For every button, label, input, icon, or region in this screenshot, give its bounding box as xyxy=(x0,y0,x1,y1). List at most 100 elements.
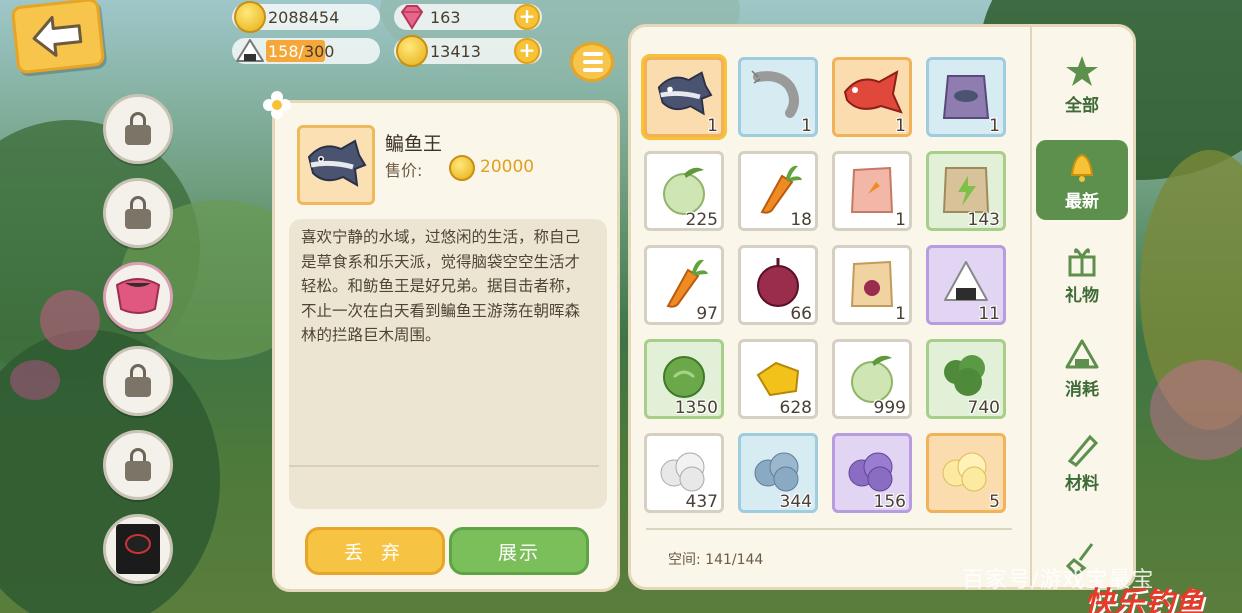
back-button[interactable] xyxy=(10,0,106,75)
tab-label: 消耗 xyxy=(1065,379,1099,400)
item-quantity: 344 xyxy=(779,492,812,512)
price-label: 售价: xyxy=(385,161,423,180)
tab-label: 最新 xyxy=(1065,191,1099,212)
equipped-slot-bag[interactable] xyxy=(103,514,173,584)
item-quantity: 628 xyxy=(779,398,812,418)
equipped-slot-outfit[interactable] xyxy=(103,262,173,332)
lock-icon xyxy=(121,196,155,230)
inventory-slot[interactable]: 999 xyxy=(832,339,912,419)
locked-slot-hat[interactable] xyxy=(103,94,173,164)
lock-icon xyxy=(121,112,155,146)
item-quantity: 1 xyxy=(989,116,1000,136)
item-quantity: 1 xyxy=(895,116,906,136)
item-quantity: 143 xyxy=(967,210,1000,230)
stamina-max: 300 xyxy=(303,41,335,61)
item-name: 鳊鱼王 xyxy=(385,133,443,155)
space-value: 141/144 xyxy=(705,552,764,568)
item-quantity: 156 xyxy=(873,492,906,512)
brand-watermark: 快乐钓鱼 xyxy=(1084,586,1204,613)
inventory-slot[interactable]: 97 xyxy=(644,245,724,325)
wood-log-icon xyxy=(1064,431,1100,467)
gold-ingot-value: 13413 xyxy=(430,41,481,61)
space-label: 空间: xyxy=(668,552,701,568)
back-arrow-icon xyxy=(32,16,83,57)
show-button[interactable]: 展示 xyxy=(449,527,589,575)
tab-label: 材料 xyxy=(1065,473,1099,494)
discard-button[interactable]: 丢 弃 xyxy=(305,527,445,575)
flower-decoration-icon xyxy=(263,91,291,119)
inventory-slot[interactable]: 156 xyxy=(832,433,912,513)
coin-value: 2088454 xyxy=(268,7,340,27)
coin-icon xyxy=(449,155,475,181)
inventory-slot[interactable]: 1 xyxy=(832,245,912,325)
gift-icon xyxy=(1064,243,1100,279)
tab-gift[interactable]: 礼物 xyxy=(1036,234,1128,314)
inventory-slot[interactable]: 143 xyxy=(926,151,1006,231)
inventory-slot[interactable]: 18 xyxy=(738,151,818,231)
yellow-wool-icon xyxy=(938,447,994,499)
add-gold-button[interactable]: + xyxy=(514,38,540,64)
item-quantity: 1 xyxy=(895,210,906,230)
lock-icon xyxy=(121,448,155,482)
item-quantity: 18 xyxy=(790,210,812,230)
item-quantity: 1350 xyxy=(674,398,718,418)
item-detail-panel: 鳊鱼王 售价: 20000 喜欢宁静的水域，过悠闲的生活，称自己是草食系和乐天派… xyxy=(263,91,620,592)
tab-label: 全部 xyxy=(1065,95,1099,116)
inventory-slot[interactable]: 1 xyxy=(926,57,1006,137)
stamina-counter: 158 / 300 xyxy=(232,38,380,64)
item-quantity: 437 xyxy=(685,492,718,512)
bream-fish-icon xyxy=(307,139,367,187)
tab-rice-ball[interactable]: 消耗 xyxy=(1036,328,1128,408)
locked-slot-pants[interactable] xyxy=(103,346,173,416)
gold-ingot-icon xyxy=(396,35,428,67)
tab-star[interactable]: 全部 xyxy=(1036,44,1128,124)
onion-seed-bag-icon xyxy=(846,254,898,316)
inventory-slot[interactable]: 1350 xyxy=(644,339,724,419)
item-detail-icon xyxy=(297,125,375,205)
tab-bell[interactable]: 最新 xyxy=(1036,140,1128,220)
locked-slot-top[interactable] xyxy=(103,178,173,248)
fish-bag-icon xyxy=(938,66,994,128)
inventory-slot[interactable]: 740 xyxy=(926,339,1006,419)
item-quantity: 999 xyxy=(873,398,906,418)
add-gems-button[interactable]: + xyxy=(514,4,540,30)
inventory-slot[interactable]: 5 xyxy=(926,433,1006,513)
pink-outfit-icon xyxy=(115,278,161,314)
gem-icon xyxy=(396,1,428,33)
locked-slot-shoes[interactable] xyxy=(103,430,173,500)
item-quantity: 1 xyxy=(895,304,906,324)
item-quantity: 5 xyxy=(989,492,1000,512)
bream-fish-icon xyxy=(653,67,715,127)
inventory-slot[interactable]: 225 xyxy=(644,151,724,231)
inventory-slot[interactable]: 1 xyxy=(738,57,818,137)
gem-value: 163 xyxy=(430,7,461,27)
bell-icon xyxy=(1064,149,1100,185)
item-quantity: 66 xyxy=(790,304,812,324)
description-divider xyxy=(289,465,599,467)
stamina-current: 158 xyxy=(268,41,299,61)
inventory-slot[interactable]: 11 xyxy=(926,245,1006,325)
inventory-slot[interactable]: 437 xyxy=(644,433,724,513)
inventory-slot[interactable]: 344 xyxy=(738,433,818,513)
coin-counter: 2088454 xyxy=(232,1,380,33)
category-tabs: 全部最新礼物消耗材料 xyxy=(1030,26,1132,586)
item-quantity: 225 xyxy=(685,210,718,230)
inventory-slot[interactable]: 66 xyxy=(738,245,818,325)
item-quantity: 1 xyxy=(707,116,718,136)
menu-button[interactable] xyxy=(570,42,614,82)
inventory-slot[interactable]: 1 xyxy=(832,151,912,231)
tab-label: 礼物 xyxy=(1065,285,1099,306)
shrimp-icon xyxy=(750,67,806,127)
coin-icon xyxy=(234,1,266,33)
star-icon xyxy=(1064,53,1100,89)
item-quantity: 97 xyxy=(696,304,718,324)
rice-ball-icon xyxy=(1064,337,1100,373)
tab-wood-log[interactable]: 材料 xyxy=(1036,422,1128,502)
carrot-seed-bag-icon xyxy=(846,160,898,222)
inventory-space: 空间: 141/144 xyxy=(668,549,763,569)
inventory-divider xyxy=(646,528,1012,530)
inventory-slot[interactable]: 1 xyxy=(644,57,724,137)
inventory-slot[interactable]: 628 xyxy=(738,339,818,419)
inventory-slot[interactable]: 1 xyxy=(832,57,912,137)
rice-ball-icon xyxy=(234,35,266,67)
